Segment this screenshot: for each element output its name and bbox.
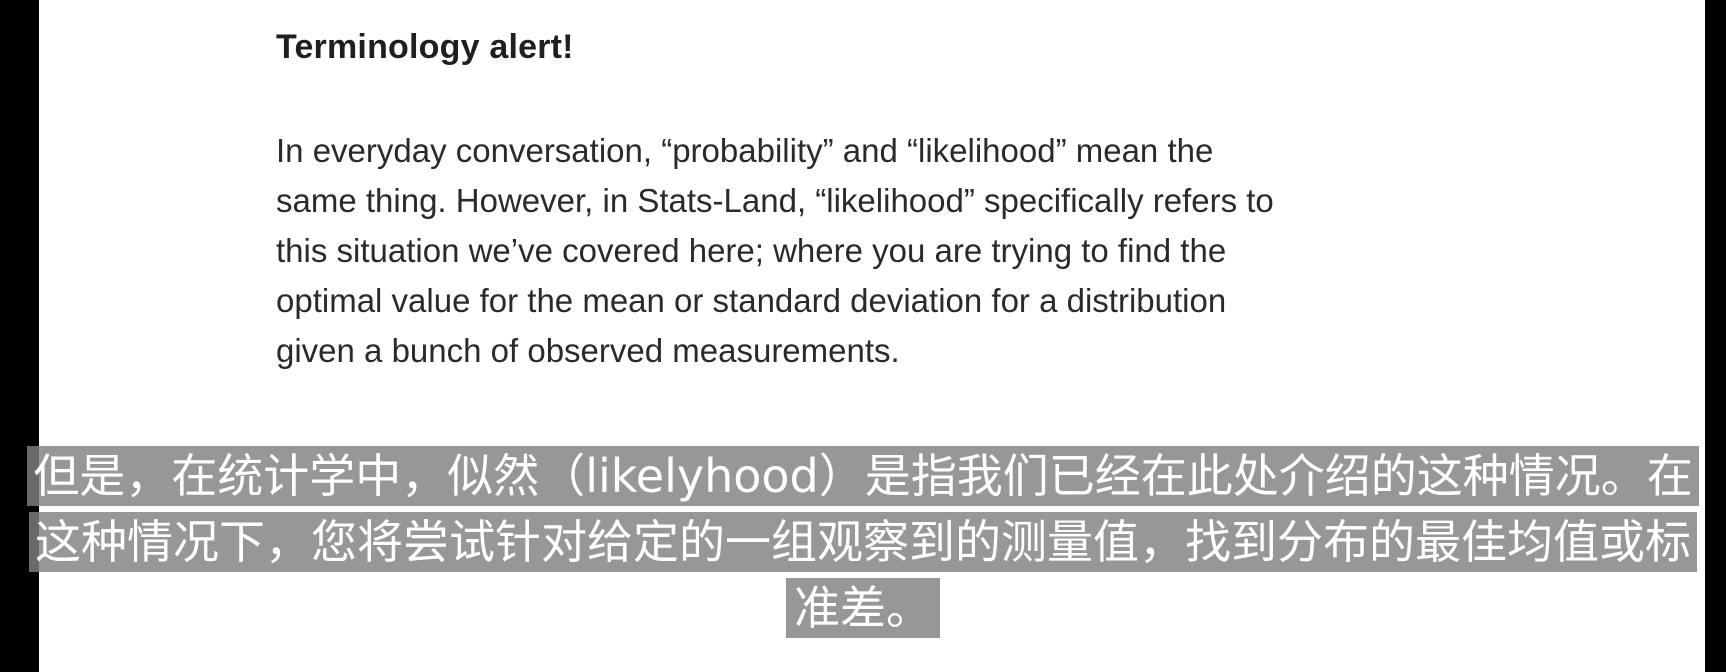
subtitle-line: 准差。 bbox=[786, 578, 940, 638]
slide-body-line: given a bunch of observed measurements. bbox=[276, 332, 900, 369]
subtitle-line-1-row: 但是，在统计学中，似然（likelyhood）是指我们已经在此处介绍的这种情况。… bbox=[0, 446, 1726, 512]
slide-body-line: same thing. However, in Stats-Land, “lik… bbox=[276, 182, 1274, 219]
slide-body: In everyday conversation, “probability” … bbox=[276, 126, 1506, 376]
subtitle-line: 这种情况下，您将尝试针对给定的一组观察到的测量值，找到分布的最佳均值或标 bbox=[29, 512, 1697, 572]
slide-body-line: optimal value for the mean or standard d… bbox=[276, 282, 1227, 319]
subtitle-line-3-row: 准差。 bbox=[0, 578, 1726, 644]
subtitle-line-2-row: 这种情况下，您将尝试针对给定的一组观察到的测量值，找到分布的最佳均值或标 bbox=[0, 512, 1726, 578]
subtitle-line: 但是，在统计学中，似然（likelyhood）是指我们已经在此处介绍的这种情况。… bbox=[27, 446, 1699, 506]
video-frame: Terminology alert! In everyday conversat… bbox=[0, 0, 1726, 672]
slide-body-line: In everyday conversation, “probability” … bbox=[276, 132, 1214, 169]
slide-title: Terminology alert! bbox=[276, 28, 574, 66]
slide-body-line: this situation we’ve covered here; where… bbox=[276, 232, 1227, 269]
subtitle-overlay: 但是，在统计学中，似然（likelyhood）是指我们已经在此处介绍的这种情况。… bbox=[0, 446, 1726, 644]
